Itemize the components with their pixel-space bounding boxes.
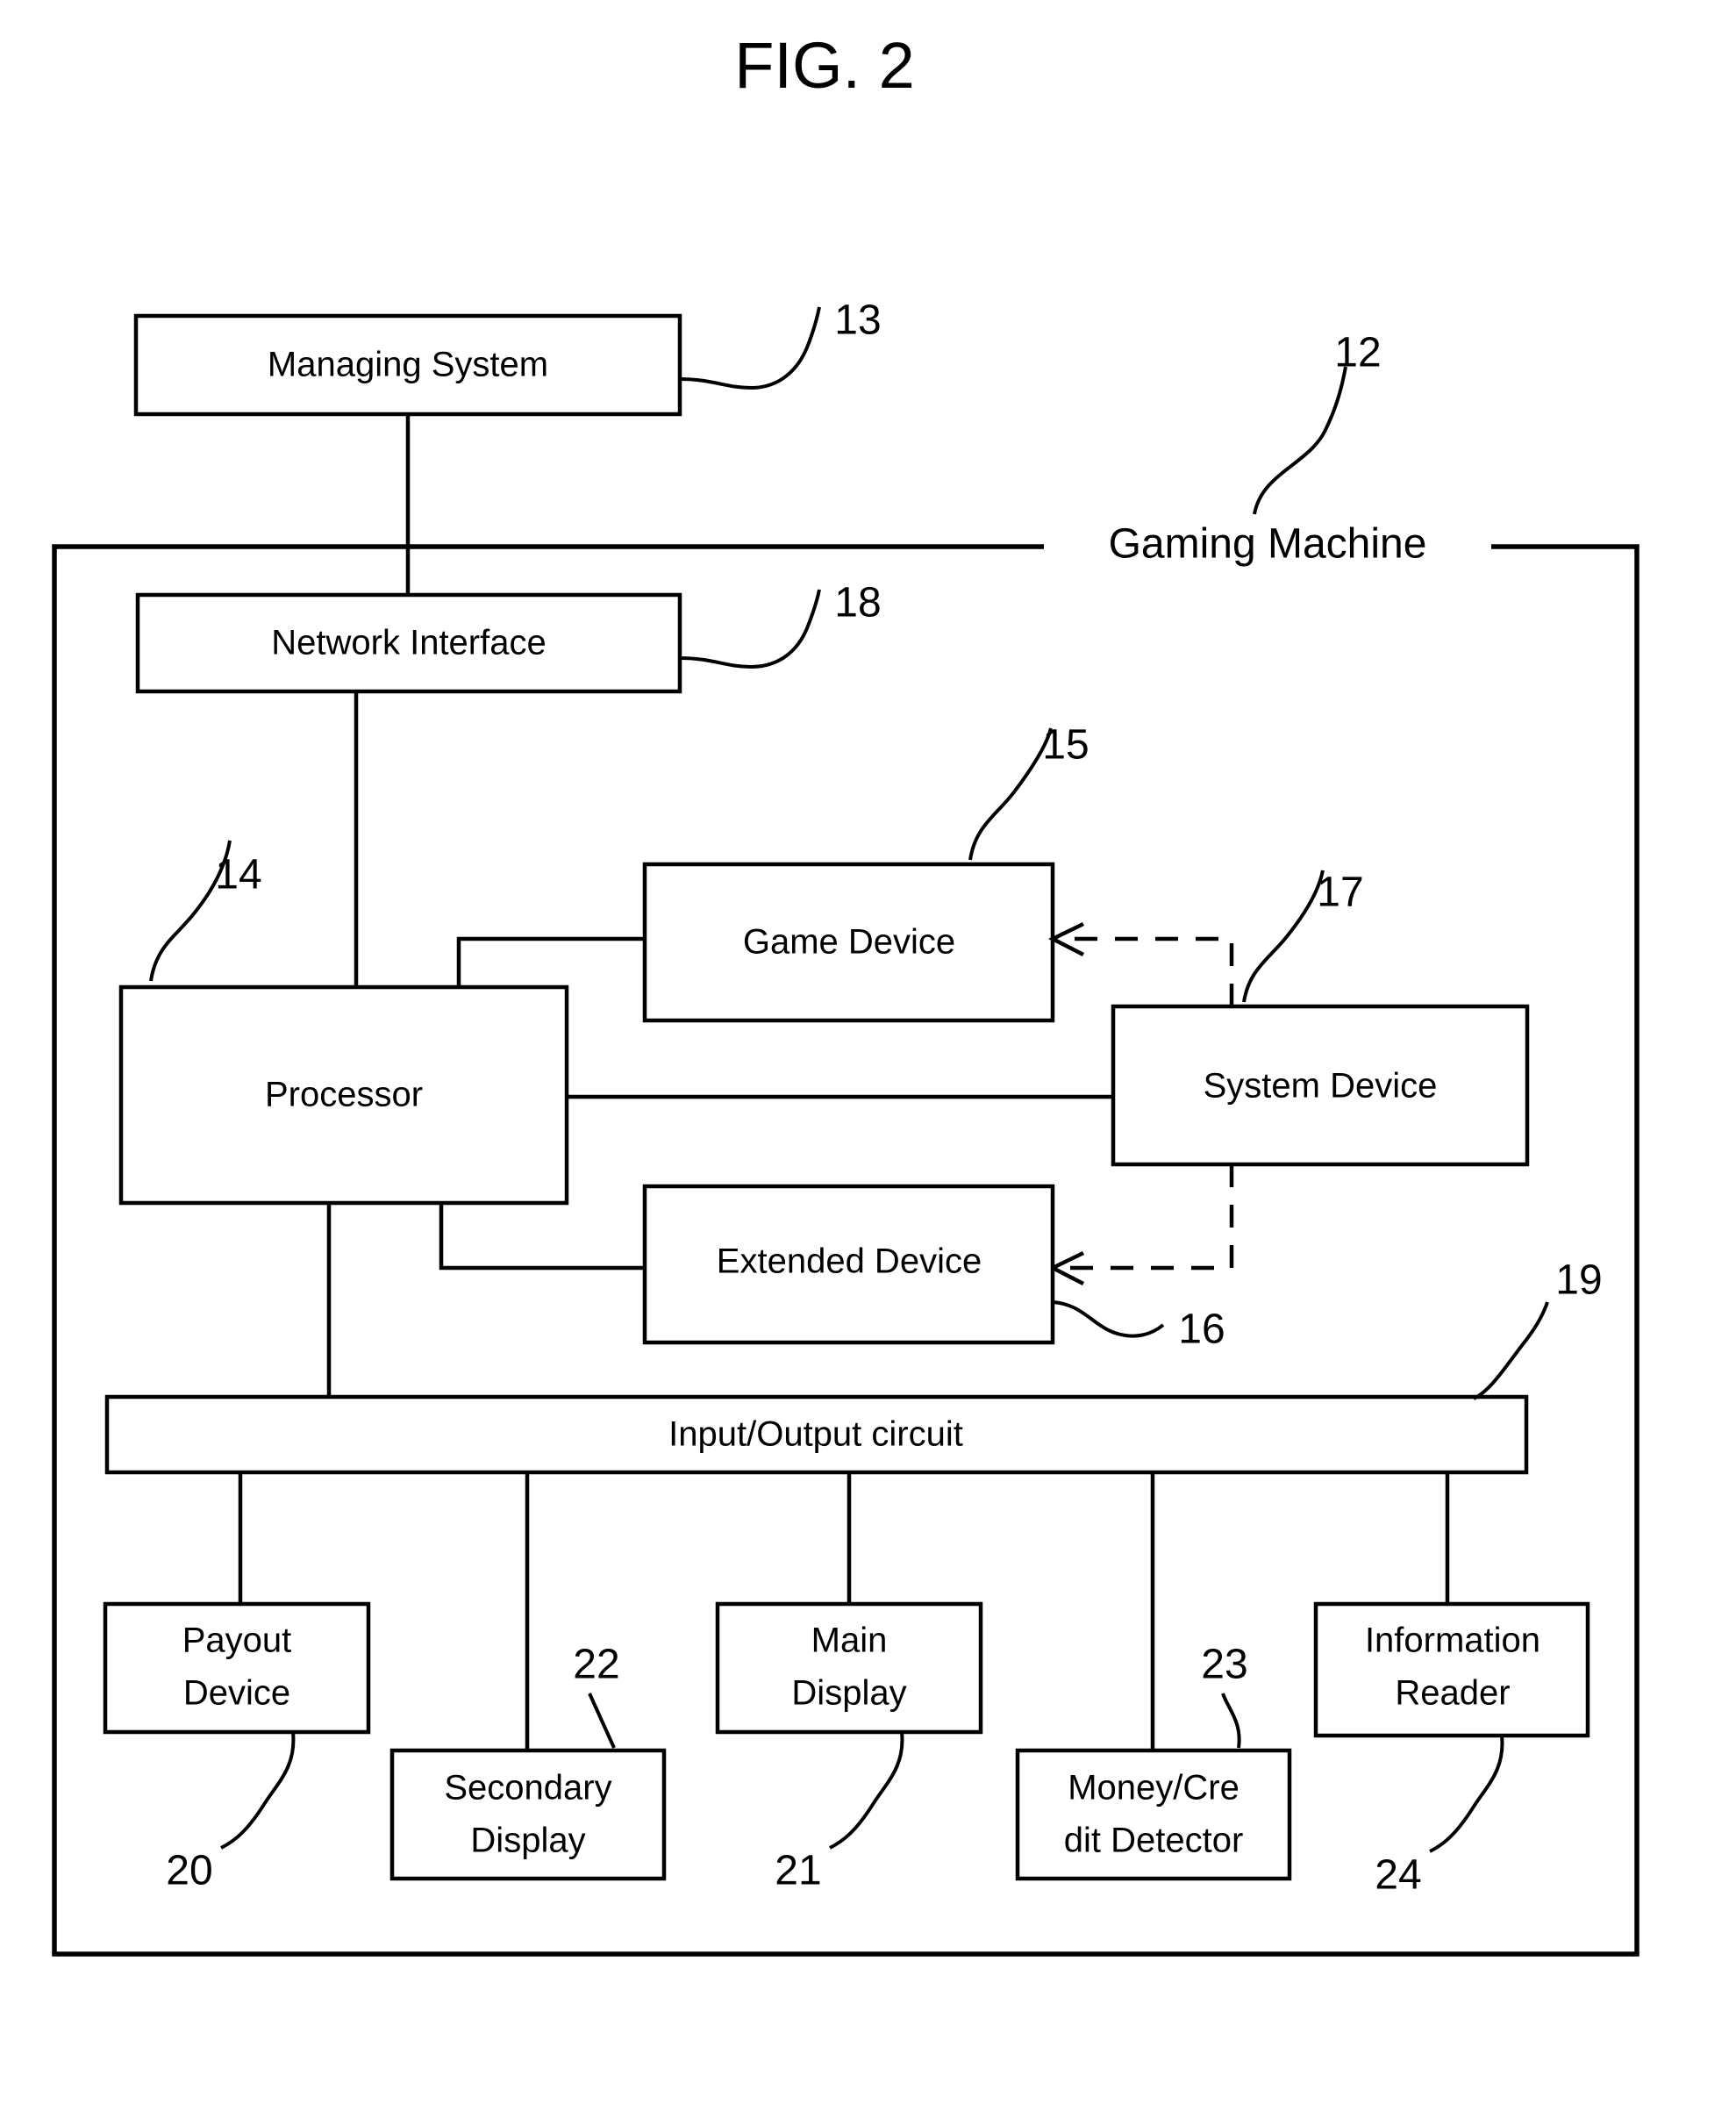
processor-label: Processor — [265, 1076, 423, 1114]
system-device-label: System Device — [1204, 1067, 1438, 1106]
ref-number-24: 24 — [1375, 1852, 1421, 1899]
leader-line-23 — [1221, 1693, 1241, 1749]
ref-number-21: 21 — [775, 1848, 821, 1894]
information-reader-label-line1: Information — [1365, 1621, 1540, 1660]
ref-number-20: 20 — [166, 1848, 212, 1894]
leader-line-16 — [1052, 1300, 1165, 1338]
leader-line-17 — [1242, 870, 1325, 1003]
information-reader-label-line2: Reader — [1395, 1674, 1510, 1713]
money-credit-detector-label-line1: Money/Cre — [1068, 1769, 1239, 1808]
leader-line-18 — [679, 589, 821, 669]
ref-number-19: 19 — [1555, 1257, 1602, 1304]
ref-number-17: 17 — [1317, 870, 1363, 916]
ref-number-16: 16 — [1178, 1306, 1225, 1353]
leader-line-22 — [588, 1693, 616, 1749]
main-display-label-line2: Display — [791, 1674, 906, 1713]
dashed-connector-system-to-game — [1066, 936, 1234, 1006]
leader-line-12 — [1253, 366, 1347, 515]
payout-device-label-line2: Device — [183, 1674, 290, 1713]
leader-line-19 — [1473, 1301, 1549, 1400]
connector-processor-to-extended-device — [439, 1203, 645, 1271]
gaming-machine-label: Gaming Machine — [1109, 521, 1427, 568]
leader-line-20 — [220, 1731, 296, 1850]
managing-system-label: Managing System — [268, 346, 548, 384]
ref-number-12: 12 — [1334, 330, 1381, 376]
connector-processor-to-game-device — [456, 936, 645, 987]
io-circuit-label: Input/Output circuit — [668, 1415, 963, 1454]
money-credit-detector-label-line2: dit Detector — [1064, 1822, 1244, 1860]
secondary-display-label-line1: Secondary — [444, 1769, 611, 1808]
leader-line-15 — [968, 727, 1053, 861]
payout-device-label-line1: Payout — [182, 1621, 292, 1660]
leader-line-21 — [829, 1731, 904, 1850]
ref-number-22: 22 — [573, 1642, 619, 1688]
ref-number-18: 18 — [834, 580, 881, 626]
main-display-label-line1: Main — [811, 1621, 888, 1660]
figure-root: FIG. 2 Gaming Machine 12 Managing System… — [0, 0, 1736, 2119]
ref-number-15: 15 — [1042, 722, 1089, 769]
network-interface-label: Network Interface — [271, 624, 546, 662]
ref-number-13: 13 — [834, 297, 881, 344]
secondary-display-label-line2: Display — [470, 1822, 585, 1860]
leader-line-24 — [1429, 1735, 1504, 1853]
ref-number-14: 14 — [215, 852, 261, 898]
extended-device-label: Extended Device — [717, 1242, 982, 1281]
figure-title: FIG. 2 — [734, 29, 915, 102]
game-device-label: Game Device — [743, 923, 955, 962]
dashed-connector-system-to-extended — [1066, 1164, 1234, 1271]
patent-figure-diagram: FIG. 2 Gaming Machine 12 Managing System… — [52, 29, 1640, 1957]
leader-line-13 — [679, 306, 821, 390]
ref-number-23: 23 — [1201, 1642, 1247, 1688]
